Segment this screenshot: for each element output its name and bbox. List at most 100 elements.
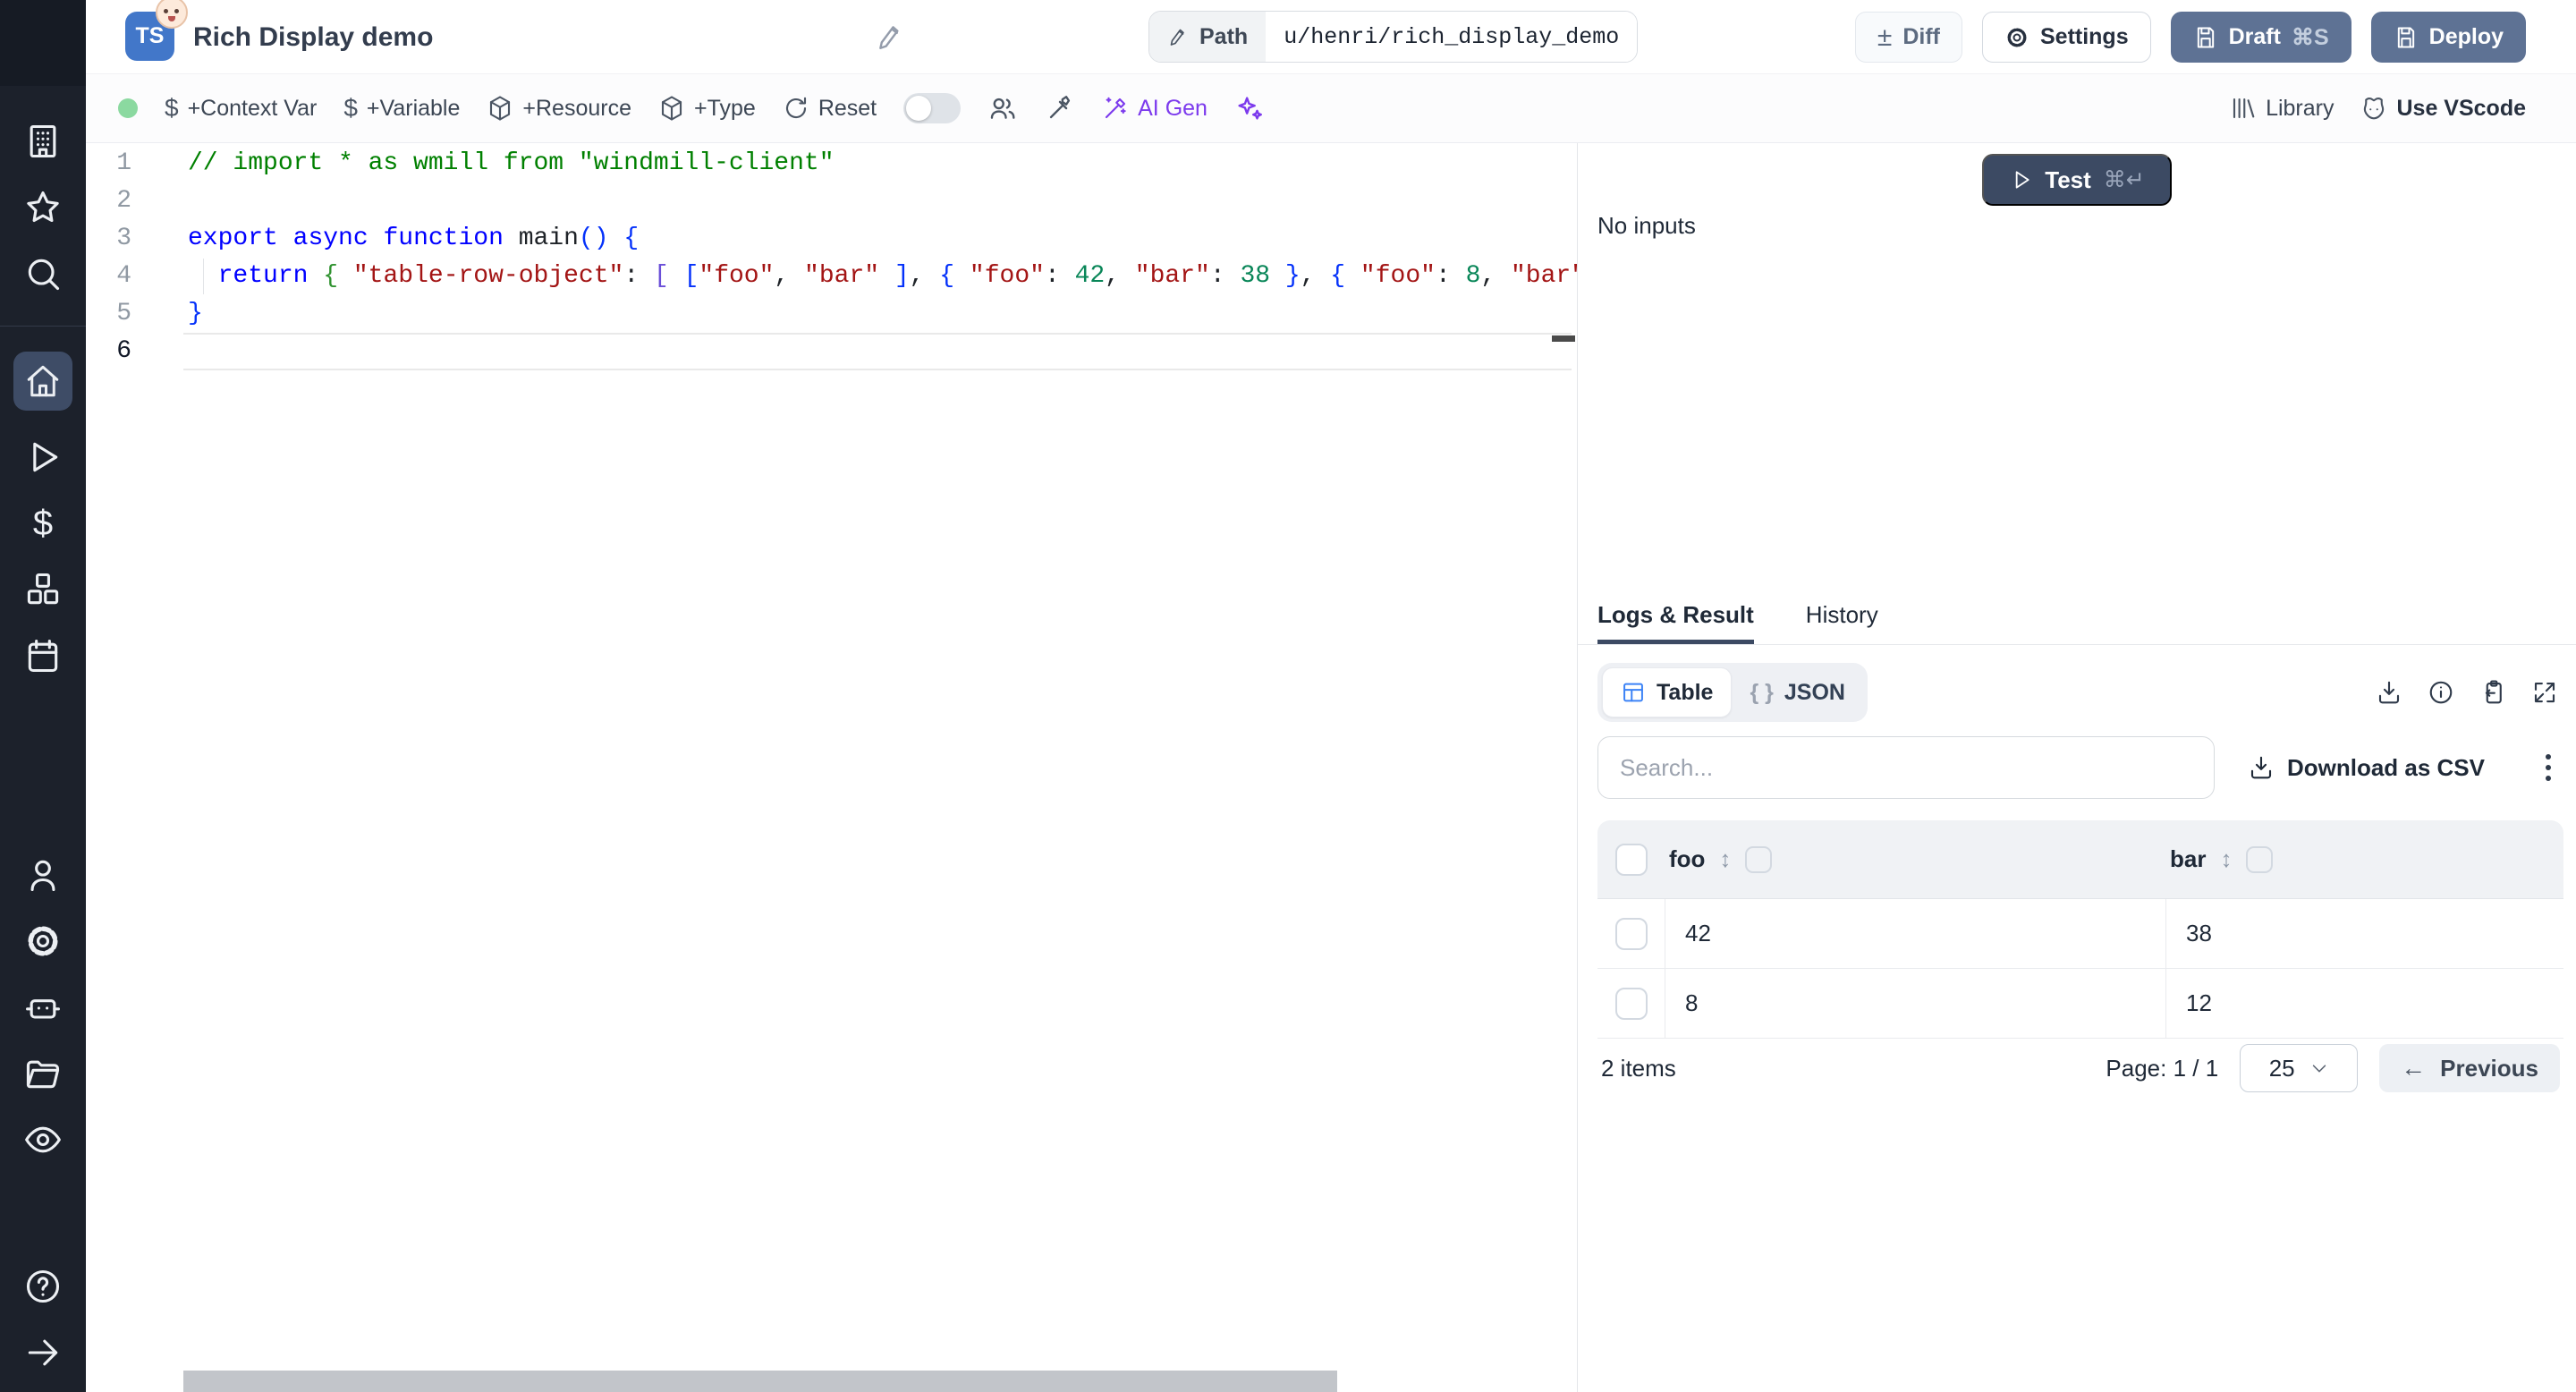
save-draft-button[interactable]: Draft ⌘S <box>2171 12 2351 63</box>
tab-history[interactable]: History <box>1806 601 1878 644</box>
sidebar-item-variables[interactable]: $ <box>23 504 63 543</box>
save-icon <box>2193 25 2218 50</box>
test-button[interactable]: Test ⌘↵ <box>1982 154 2172 206</box>
table-footer: 2 items Page: 1 / 1 25 ← Pr <box>1597 1039 2563 1098</box>
cell-foo: 8 <box>1665 969 2166 1038</box>
code-line[interactable]: export async function main() { <box>86 220 1577 258</box>
copy-result-icon[interactable] <box>2479 679 2506 706</box>
result-tabs: Logs & Result History <box>1578 601 2576 645</box>
sparkles-icon[interactable] <box>1234 93 1265 123</box>
table-options-kebab-icon[interactable] <box>2542 751 2555 785</box>
page-indicator: Page: 1 / 1 <box>2106 1055 2218 1082</box>
no-inputs-label: No inputs <box>1597 212 1696 240</box>
multiplayer-users-icon[interactable] <box>987 93 1018 123</box>
column-header-foo[interactable]: foo <box>1669 845 1705 873</box>
add-type-button[interactable]: +Type <box>658 95 756 122</box>
path-field[interactable]: Path u/henri/rich_display_demo <box>1148 11 1638 63</box>
horizontal-scrollbar[interactable] <box>183 1371 1337 1392</box>
row-checkbox[interactable] <box>1615 918 1648 950</box>
help-icon[interactable] <box>23 1267 63 1306</box>
download-as-csv-button[interactable]: Download as CSV <box>2248 754 2485 782</box>
top-bar: TS Rich Display demo Path u/henri/rich_d… <box>86 0 2576 74</box>
overview-ruler-cursor-mark <box>1552 335 1575 342</box>
add-variable-button[interactable]: $ +Variable <box>343 94 460 123</box>
sidebar-item-resources-cubes-icon[interactable] <box>23 570 63 609</box>
sidebar-item-settings-gear-icon[interactable] <box>23 921 63 961</box>
favorites-star-icon[interactable] <box>23 188 63 227</box>
library-button[interactable]: Library <box>2230 95 2334 122</box>
format-code-icon[interactable] <box>1045 93 1075 123</box>
use-vscode-button[interactable]: Use VScode <box>2360 95 2526 122</box>
add-context-var-button[interactable]: $ +Context Var <box>165 94 317 123</box>
previous-page-button[interactable]: ← Previous <box>2379 1044 2560 1092</box>
sidebar-item-home[interactable] <box>13 352 72 411</box>
view-mode-segmented-control: Table { } JSON <box>1597 663 1868 722</box>
expand-fullscreen-icon[interactable] <box>2531 679 2558 706</box>
windmill-logo-icon[interactable] <box>0 0 86 86</box>
code-editor[interactable]: 123456 // import * as wmill from "windmi… <box>86 143 1578 1392</box>
test-shortcut: ⌘↵ <box>2104 166 2145 193</box>
column-foo-toggle[interactable] <box>1745 846 1772 873</box>
multiplayer-toggle[interactable] <box>903 93 961 123</box>
sidebar-item-audit-eye-icon[interactable] <box>23 1120 63 1159</box>
ai-gen-button[interactable]: AI Gen <box>1102 95 1208 122</box>
run-panel: Test ⌘↵ No inputs Logs & Result History <box>1578 143 2576 1392</box>
code-line[interactable]: // import * as wmill from "windmill-clie… <box>86 145 1577 182</box>
sort-foo-icon[interactable]: ↕ <box>1719 845 1731 873</box>
code-line[interactable]: } <box>86 295 1577 333</box>
sidebar-item-users-person-icon[interactable] <box>23 855 63 895</box>
table-row: 8 12 <box>1597 969 2563 1039</box>
download-icon <box>2248 754 2275 781</box>
library-icon <box>2230 95 2257 122</box>
result-table: foo ↕ bar ↕ 42 38 8 12 <box>1597 820 2563 1098</box>
diff-button[interactable]: ± Diff <box>1855 12 1962 63</box>
settings-button[interactable]: Settings <box>1982 12 2151 63</box>
home-icon <box>24 362 62 400</box>
sidebar-item-schedules-calendar-icon[interactable] <box>23 636 63 675</box>
save-icon <box>2394 25 2419 50</box>
column-header-bar[interactable]: bar <box>2170 845 2206 873</box>
indent-guide <box>203 259 204 294</box>
edit-path-pencil-icon <box>1167 26 1189 47</box>
download-result-icon[interactable] <box>2376 679 2402 706</box>
row-checkbox[interactable] <box>1615 988 1648 1020</box>
dollar-icon: $ <box>343 94 358 123</box>
package-icon <box>658 95 685 122</box>
view-table-button[interactable]: Table <box>1602 667 1732 717</box>
chevron-down-icon <box>2309 1058 2329 1078</box>
edit-summary-pencil-icon[interactable] <box>875 21 905 52</box>
expand-sidebar-arrow-icon[interactable] <box>23 1333 63 1372</box>
page-title: Rich Display demo <box>193 0 433 74</box>
sidebar-item-runs[interactable] <box>23 437 63 477</box>
cell-bar: 38 <box>2166 899 2563 968</box>
add-resource-button[interactable]: +Resource <box>487 95 631 122</box>
code-line[interactable] <box>86 333 1577 370</box>
table-row: 42 38 <box>1597 899 2563 969</box>
cell-foo: 42 <box>1665 899 2166 968</box>
editor-toolbar: $ +Context Var $ +Variable +Resource +Ty… <box>86 74 2576 143</box>
cell-bar: 12 <box>2166 969 2563 1038</box>
code-content[interactable]: // import * as wmill from "windmill-clie… <box>86 145 1577 370</box>
package-icon <box>487 95 513 122</box>
page-size-select[interactable]: 25 <box>2240 1044 2358 1092</box>
code-line[interactable]: return { "table-row-object": [ ["foo", "… <box>86 258 1577 295</box>
sort-bar-icon[interactable]: ↕ <box>2220 845 2232 873</box>
select-all-checkbox[interactable] <box>1615 844 1648 876</box>
left-arrow-icon: ← <box>2401 1054 2426 1082</box>
sidebar-item-workers-robot-icon[interactable] <box>23 988 63 1027</box>
view-json-button[interactable]: { } JSON <box>1732 667 1863 717</box>
sidebar-item-folders-icon[interactable] <box>23 1054 63 1093</box>
reset-button[interactable]: Reset <box>783 95 877 122</box>
gear-icon <box>2004 25 2029 50</box>
search-input[interactable] <box>1597 736 2215 799</box>
code-line[interactable] <box>86 182 1577 220</box>
table-body: 42 38 8 12 <box>1597 899 2563 1039</box>
info-icon[interactable] <box>2428 679 2454 706</box>
tab-logs-and-result[interactable]: Logs & Result <box>1597 601 1754 644</box>
column-bar-toggle[interactable] <box>2246 846 2273 873</box>
deploy-button[interactable]: Deploy <box>2371 12 2526 63</box>
search-icon[interactable] <box>23 254 63 293</box>
workspace-building-icon[interactable] <box>23 122 63 161</box>
results-section: Table { } JSON <box>1578 645 2576 1098</box>
json-braces-icon: { } <box>1750 680 1773 706</box>
